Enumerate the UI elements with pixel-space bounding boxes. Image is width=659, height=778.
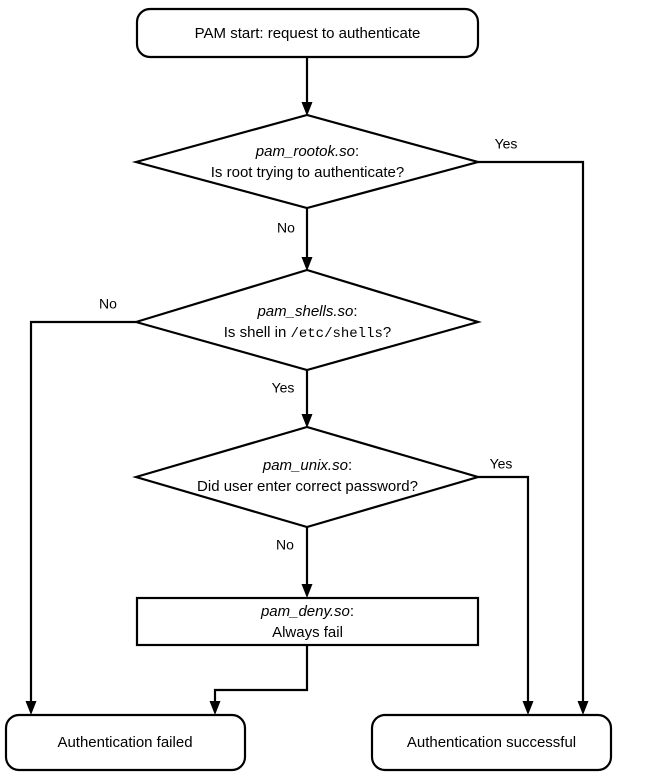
rootok-diamond-shape	[131, 113, 483, 210]
edge-line	[213, 645, 309, 707]
deny-module-suffix: :	[350, 603, 354, 620]
unix-module-suffix: :	[348, 457, 352, 474]
pam-authentication-flowchart: right, down to successful --> Yes shells…	[4, 7, 613, 772]
shells-question-suffix: ?	[383, 324, 391, 341]
edge-start-to-rootok	[301, 57, 313, 116]
rootok-module-line: pam_rootok.so:	[255, 143, 359, 160]
node-start[interactable]: PAM start: request to authenticate	[135, 7, 480, 59]
edge-unix-yes: Yes	[478, 456, 534, 715]
rootok-question: Is root trying to authenticate?	[211, 164, 404, 181]
rootok-module-suffix: :	[355, 143, 359, 160]
edge-shells-no: No	[25, 296, 136, 715]
shells-question-prefix: Is shell in	[224, 324, 291, 341]
edge-label-unix-no: No	[276, 537, 294, 553]
node-decision-shells[interactable]: pam_shells.so: Is shell in /etc/shells?	[132, 268, 482, 372]
deny-module-name: pam_deny.so	[260, 603, 350, 620]
unix-module-name: pam_unix.so	[262, 457, 348, 474]
node-terminal-failed[interactable]: Authentication failed	[4, 713, 247, 772]
failed-node-label: Authentication failed	[57, 734, 192, 751]
rootok-module-name: pam_rootok.so	[255, 143, 355, 160]
arrow-head-icon	[577, 701, 589, 715]
edge-label-shells-yes: Yes	[272, 380, 295, 396]
arrow-head-icon	[209, 701, 221, 715]
arrow-head-icon	[522, 701, 534, 715]
edge-line	[29, 320, 136, 707]
edge-unix-no: No	[276, 527, 313, 598]
edge-deny-to-failed	[209, 645, 309, 715]
shells-question-path: /etc/shells	[290, 326, 382, 342]
node-process-deny[interactable]: pam_deny.so: Always fail	[135, 596, 480, 647]
node-terminal-successful[interactable]: Authentication successful	[370, 713, 613, 772]
shells-module-name: pam_shells.so	[256, 303, 353, 320]
shells-module-line: pam_shells.so:	[256, 303, 357, 320]
unix-question: Did user enter correct password?	[197, 478, 418, 495]
start-node-label: PAM start: request to authenticate	[195, 25, 421, 42]
shells-question: Is shell in /etc/shells?	[224, 324, 391, 342]
node-decision-rootok[interactable]: pam_rootok.so: Is root trying to authent…	[131, 113, 483, 210]
edge-label-shells-no: No	[99, 296, 117, 312]
edge-label-rootok-yes: Yes	[495, 136, 518, 152]
edge-label-rootok-no: No	[277, 220, 295, 236]
shells-module-suffix: :	[353, 303, 357, 320]
deny-module-line: pam_deny.so:	[260, 603, 354, 620]
node-decision-unix[interactable]: pam_unix.so: Did user enter correct pass…	[132, 425, 482, 529]
shells-diamond-shape	[132, 268, 482, 372]
arrow-head-icon	[25, 701, 37, 715]
edge-label-unix-yes: Yes	[490, 456, 513, 472]
unix-module-line: pam_unix.so:	[262, 457, 352, 474]
successful-node-label: Authentication successful	[407, 734, 576, 751]
edge-rootok-no: No	[277, 208, 313, 271]
edge-rootok-yes: Yes	[478, 136, 589, 715]
deny-description: Always fail	[272, 624, 343, 641]
edge-line	[478, 160, 585, 707]
arrow-head-icon	[301, 584, 313, 598]
edge-shells-yes: Yes	[272, 370, 313, 428]
edge-line	[478, 475, 530, 707]
